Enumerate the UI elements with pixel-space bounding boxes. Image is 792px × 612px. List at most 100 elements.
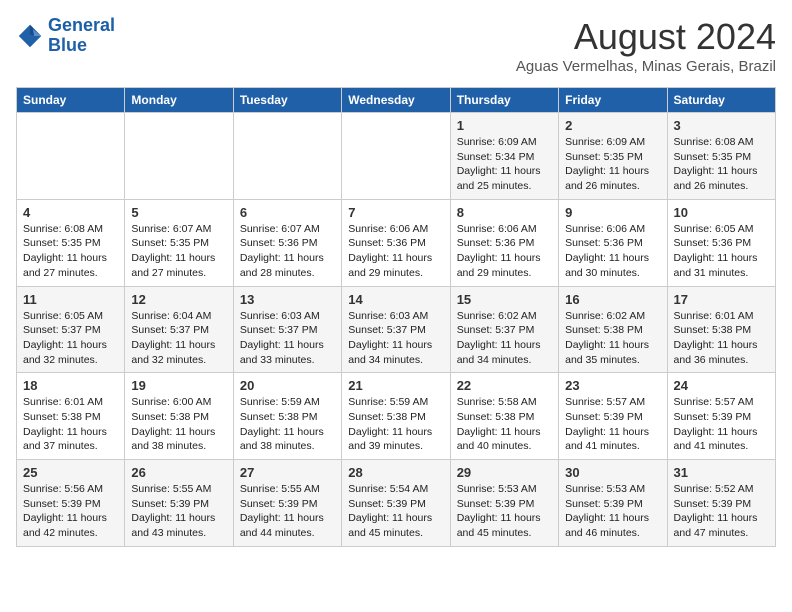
day-info: Sunrise: 5:56 AM Sunset: 5:39 PM Dayligh…: [23, 482, 118, 541]
day-number: 10: [674, 205, 769, 220]
calendar-cell: [125, 113, 233, 200]
day-number: 22: [457, 378, 552, 393]
calendar-cell: 10 Sunrise: 6:05 AM Sunset: 5:36 PM Dayli…: [667, 199, 775, 286]
day-info: Sunrise: 6:08 AM Sunset: 5:35 PM Dayligh…: [23, 222, 118, 281]
calendar-cell: 23Sunrise: 5:57 AM Sunset: 5:39 PM Dayli…: [559, 373, 667, 460]
day-number: 18: [23, 378, 118, 393]
day-info: Sunrise: 5:57 AM Sunset: 5:39 PM Dayligh…: [674, 395, 769, 454]
day-number: 16: [565, 292, 660, 307]
day-number: 7: [348, 205, 443, 220]
page-header: General Blue August 2024 Aguas Vermelhas…: [16, 16, 776, 75]
day-info: Sunrise: 6:03 AM Sunset: 5:37 PM Dayligh…: [348, 309, 443, 368]
calendar-cell: [233, 113, 341, 200]
title-block: August 2024 Aguas Vermelhas, Minas Gerai…: [516, 16, 776, 75]
day-number: 25: [23, 465, 118, 480]
day-number: 4: [23, 205, 118, 220]
calendar-cell: 6 Sunrise: 6:07 AM Sunset: 5:36 PM Daylig…: [233, 199, 341, 286]
calendar-cell: [17, 113, 125, 200]
logo-icon: [16, 22, 44, 50]
day-number: 31: [674, 465, 769, 480]
logo: General Blue: [16, 16, 115, 56]
calendar-cell: 27 Sunrise: 5:55 AM Sunset: 5:39 PM Dayli…: [233, 460, 341, 547]
day-number: 12: [131, 292, 226, 307]
weekday-header-saturday: Saturday: [667, 88, 775, 113]
day-info: Sunrise: 5:59 AM Sunset: 5:38 PM Dayligh…: [348, 395, 443, 454]
week-row-3: 11 Sunrise: 6:05 AM Sunset: 5:37 PM Dayli…: [17, 286, 776, 373]
calendar-cell: 3 Sunrise: 6:08 AM Sunset: 5:35 PM Daylig…: [667, 113, 775, 200]
day-info: Sunrise: 6:05 AM Sunset: 5:36 PM Dayligh…: [674, 222, 769, 281]
calendar-cell: 12 Sunrise: 6:04 AM Sunset: 5:37 PM Dayli…: [125, 286, 233, 373]
week-row-4: 18 Sunrise: 6:01 AM Sunset: 5:38 PM Dayli…: [17, 373, 776, 460]
day-info: Sunrise: 6:07 AM Sunset: 5:36 PM Dayligh…: [240, 222, 335, 281]
day-number: 11: [23, 292, 118, 307]
calendar-cell: 4 Sunrise: 6:08 AM Sunset: 5:35 PM Daylig…: [17, 199, 125, 286]
day-number: 2: [565, 118, 660, 133]
weekday-header-sunday: Sunday: [17, 88, 125, 113]
weekday-header-friday: Friday: [559, 88, 667, 113]
day-number: 30: [565, 465, 660, 480]
day-number: 3: [674, 118, 769, 133]
calendar-cell: 28 Sunrise: 5:54 AM Sunset: 5:39 PM Dayli…: [342, 460, 450, 547]
day-number: 6: [240, 205, 335, 220]
day-number: 27: [240, 465, 335, 480]
week-row-1: 1Sunrise: 6:09 AM Sunset: 5:34 PM Daylig…: [17, 113, 776, 200]
day-info: Sunrise: 6:02 AM Sunset: 5:38 PM Dayligh…: [565, 309, 660, 368]
day-info: Sunrise: 6:01 AM Sunset: 5:38 PM Dayligh…: [674, 309, 769, 368]
day-info: Sunrise: 5:52 AM Sunset: 5:39 PM Dayligh…: [674, 482, 769, 541]
day-number: 28: [348, 465, 443, 480]
day-info: Sunrise: 5:54 AM Sunset: 5:39 PM Dayligh…: [348, 482, 443, 541]
week-row-2: 4 Sunrise: 6:08 AM Sunset: 5:35 PM Daylig…: [17, 199, 776, 286]
week-row-5: 25 Sunrise: 5:56 AM Sunset: 5:39 PM Dayli…: [17, 460, 776, 547]
logo-text: General Blue: [48, 16, 115, 56]
day-number: 14: [348, 292, 443, 307]
weekday-header-row: SundayMondayTuesdayWednesdayThursdayFrid…: [17, 88, 776, 113]
day-info: Sunrise: 6:05 AM Sunset: 5:37 PM Dayligh…: [23, 309, 118, 368]
day-info: Sunrise: 5:58 AM Sunset: 5:38 PM Dayligh…: [457, 395, 552, 454]
calendar-cell: 14 Sunrise: 6:03 AM Sunset: 5:37 PM Dayli…: [342, 286, 450, 373]
calendar-cell: 31 Sunrise: 5:52 AM Sunset: 5:39 PM Dayli…: [667, 460, 775, 547]
day-number: 19: [131, 378, 226, 393]
day-number: 26: [131, 465, 226, 480]
day-number: 15: [457, 292, 552, 307]
day-info: Sunrise: 6:03 AM Sunset: 5:37 PM Dayligh…: [240, 309, 335, 368]
calendar-cell: 19Sunrise: 6:00 AM Sunset: 5:38 PM Dayli…: [125, 373, 233, 460]
day-number: 24: [674, 378, 769, 393]
day-info: Sunrise: 6:01 AM Sunset: 5:38 PM Dayligh…: [23, 395, 118, 454]
day-info: Sunrise: 5:53 AM Sunset: 5:39 PM Dayligh…: [457, 482, 552, 541]
day-number: 20: [240, 378, 335, 393]
day-number: 21: [348, 378, 443, 393]
month-title: August 2024: [516, 16, 776, 58]
calendar-cell: 18 Sunrise: 6:01 AM Sunset: 5:38 PM Dayli…: [17, 373, 125, 460]
calendar-cell: 25 Sunrise: 5:56 AM Sunset: 5:39 PM Dayli…: [17, 460, 125, 547]
weekday-header-monday: Monday: [125, 88, 233, 113]
day-number: 9: [565, 205, 660, 220]
calendar-cell: 7 Sunrise: 6:06 AM Sunset: 5:36 PM Daylig…: [342, 199, 450, 286]
weekday-header-wednesday: Wednesday: [342, 88, 450, 113]
day-info: Sunrise: 5:59 AM Sunset: 5:38 PM Dayligh…: [240, 395, 335, 454]
calendar-cell: 16 Sunrise: 6:02 AM Sunset: 5:38 PM Dayli…: [559, 286, 667, 373]
day-info: Sunrise: 6:04 AM Sunset: 5:37 PM Dayligh…: [131, 309, 226, 368]
day-number: 5: [131, 205, 226, 220]
calendar-cell: 22 Sunrise: 5:58 AM Sunset: 5:38 PM Dayli…: [450, 373, 558, 460]
weekday-header-thursday: Thursday: [450, 88, 558, 113]
location-subtitle: Aguas Vermelhas, Minas Gerais, Brazil: [516, 58, 776, 75]
day-info: Sunrise: 6:09 AM Sunset: 5:35 PM Dayligh…: [565, 135, 660, 194]
day-info: Sunrise: 6:07 AM Sunset: 5:35 PM Dayligh…: [131, 222, 226, 281]
day-info: Sunrise: 6:09 AM Sunset: 5:34 PM Dayligh…: [457, 135, 552, 194]
day-info: Sunrise: 6:06 AM Sunset: 5:36 PM Dayligh…: [457, 222, 552, 281]
day-number: 8: [457, 205, 552, 220]
calendar-cell: 20 Sunrise: 5:59 AM Sunset: 5:38 PM Dayli…: [233, 373, 341, 460]
calendar-cell: 30 Sunrise: 5:53 AM Sunset: 5:39 PM Dayli…: [559, 460, 667, 547]
day-info: Sunrise: 6:06 AM Sunset: 5:36 PM Dayligh…: [565, 222, 660, 281]
day-number: 13: [240, 292, 335, 307]
calendar-cell: 21 Sunrise: 5:59 AM Sunset: 5:38 PM Dayli…: [342, 373, 450, 460]
day-info: Sunrise: 5:53 AM Sunset: 5:39 PM Dayligh…: [565, 482, 660, 541]
calendar-cell: 1Sunrise: 6:09 AM Sunset: 5:34 PM Daylig…: [450, 113, 558, 200]
day-number: 29: [457, 465, 552, 480]
day-number: 17: [674, 292, 769, 307]
day-info: Sunrise: 6:06 AM Sunset: 5:36 PM Dayligh…: [348, 222, 443, 281]
day-info: Sunrise: 5:55 AM Sunset: 5:39 PM Dayligh…: [240, 482, 335, 541]
calendar-table: SundayMondayTuesdayWednesdayThursdayFrid…: [16, 87, 776, 547]
day-info: Sunrise: 5:57 AM Sunset: 5:39 PM Dayligh…: [565, 395, 660, 454]
day-info: Sunrise: 6:08 AM Sunset: 5:35 PM Dayligh…: [674, 135, 769, 194]
